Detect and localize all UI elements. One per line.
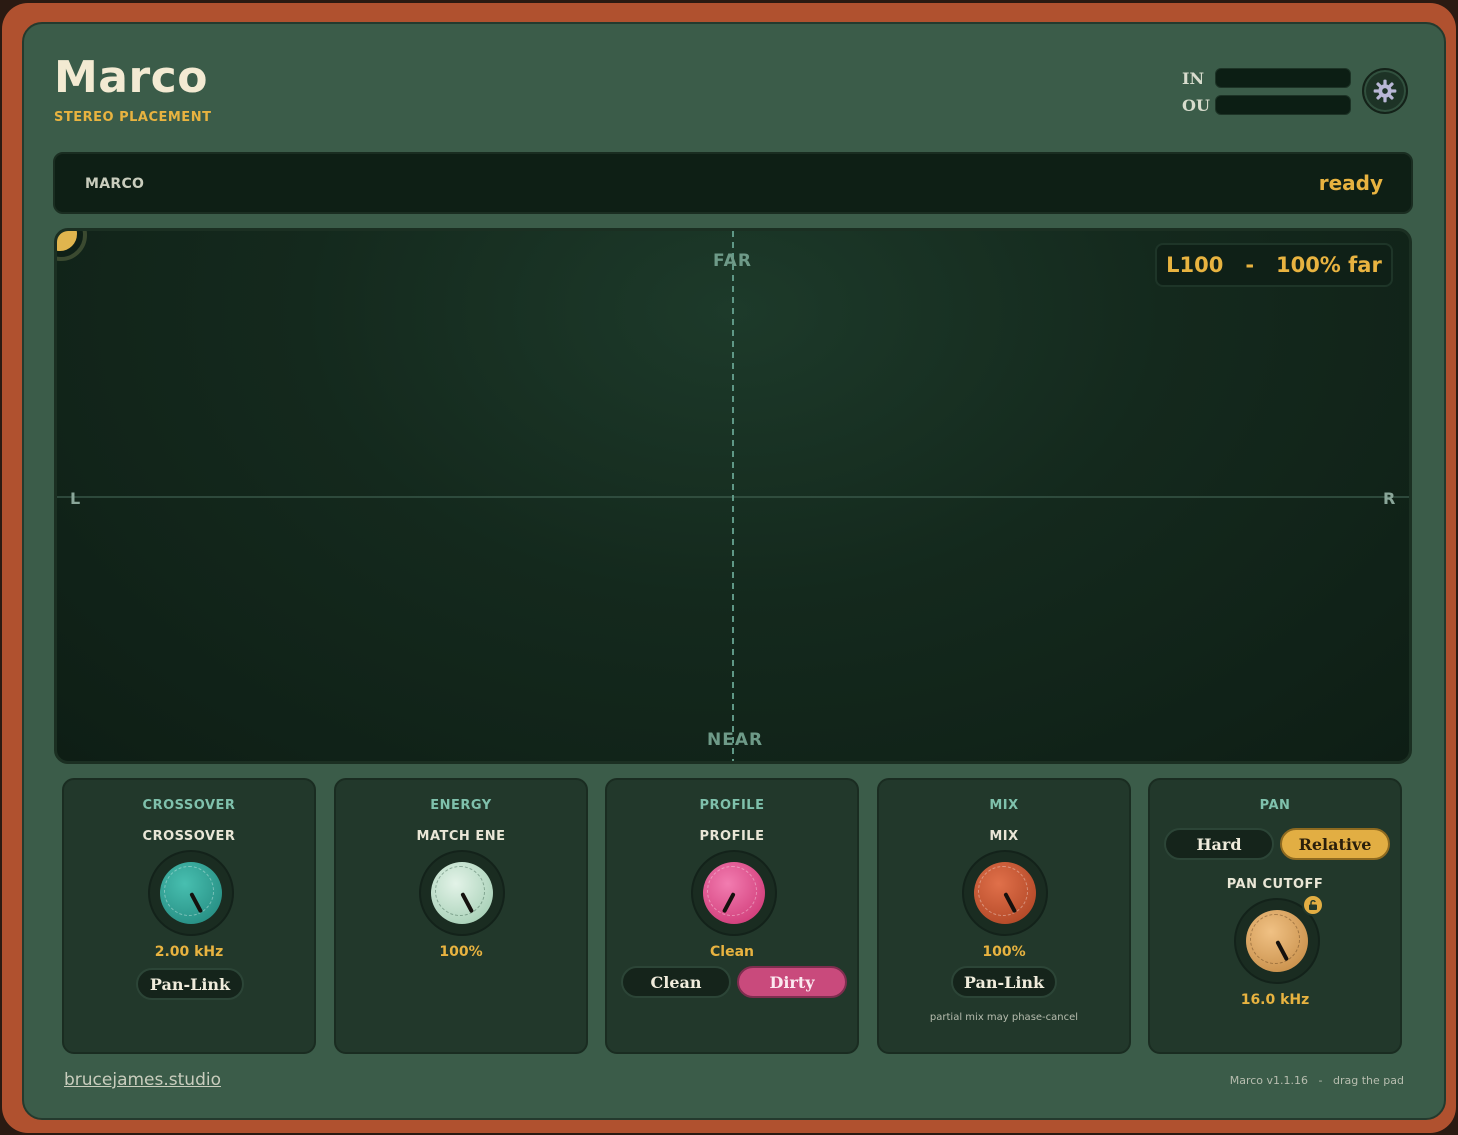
meter-in-bar [1215, 68, 1351, 88]
settings-button[interactable] [1362, 68, 1408, 114]
meter-out-label: OU [1182, 96, 1210, 115]
profile-knob[interactable] [691, 850, 777, 936]
meter-out-bar [1215, 95, 1351, 115]
mix-value: 100% [982, 944, 1026, 960]
placement-pad[interactable]: FAR NEAR L R L100 - 100% far [54, 228, 1412, 764]
meter-in-label: IN [1182, 69, 1205, 88]
panel-mix: MIX MIX 100% Pan-Link partial mix may ph… [877, 778, 1131, 1054]
unlock-icon [1309, 899, 1317, 910]
pan-cutoff-value: 16.0 kHz [1240, 992, 1310, 1008]
crossover-knob-label: CROSSOVER [142, 829, 236, 844]
pad-near-label: NEAR [707, 730, 764, 750]
mix-warning-text: partial mix may phase-cancel [929, 1012, 1079, 1023]
panel-pan: PAN Hard Relative PAN CUTOFF 16.0 kHz [1148, 778, 1402, 1054]
mix-knob-label: MIX [989, 829, 1019, 844]
app-title: Marco [54, 52, 208, 103]
panel-crossover-title: CROSSOVER [142, 798, 236, 813]
profile-value: Clean [710, 944, 754, 960]
panel-profile: PROFILE PROFILE Clean Clean Dirty [605, 778, 859, 1054]
mix-knob[interactable] [962, 850, 1048, 936]
pan-relative-button[interactable]: Relative [1280, 828, 1390, 860]
energy-knob-label: MATCH ENE [416, 829, 506, 844]
version-text: Marco v1.1.16 [1229, 1074, 1309, 1087]
pan-hard-button[interactable]: Hard [1164, 828, 1274, 860]
energy-knob[interactable] [419, 850, 505, 936]
panel-energy: ENERGY MATCH ENE 100% [334, 778, 588, 1054]
readout-pan: L100 [1166, 253, 1224, 277]
crossover-knob[interactable] [148, 850, 234, 936]
hint-text: drag the pad [1333, 1074, 1404, 1087]
status-plugin-name: MARCO [85, 176, 145, 192]
mix-pan-link-button[interactable]: Pan-Link [951, 966, 1057, 998]
panel-profile-title: PROFILE [699, 798, 765, 813]
panel-crossover: CROSSOVER CROSSOVER 2.00 kHz Pan-Link [62, 778, 316, 1054]
panel-pan-title: PAN [1259, 798, 1291, 813]
crossover-value: 2.00 kHz [154, 944, 224, 960]
panel-energy-title: ENERGY [430, 798, 492, 813]
gear-icon [1373, 79, 1397, 103]
footer-info: Marco v1.1.16 - drag the pad [1230, 1074, 1404, 1087]
pan-cutoff-knob-label: PAN CUTOFF [1226, 877, 1324, 892]
pad-guides [57, 231, 1409, 761]
pad-left-label: L [70, 489, 82, 508]
status-state: ready [1318, 171, 1383, 195]
app-subtitle: STEREO PLACEMENT [54, 110, 212, 125]
pad-right-label: R [1383, 489, 1397, 508]
panel-mix-title: MIX [989, 798, 1019, 813]
energy-value: 100% [439, 944, 483, 960]
studio-link[interactable]: brucejames.studio [64, 1070, 221, 1090]
profile-knob-label: PROFILE [699, 829, 765, 844]
profile-clean-button[interactable]: Clean [621, 966, 731, 998]
profile-dirty-button[interactable]: Dirty [737, 966, 847, 998]
pan-cutoff-lock-button[interactable] [1302, 894, 1324, 916]
status-bar: MARCO ready [53, 152, 1413, 214]
pad-far-label: FAR [713, 251, 752, 271]
readout-separator: - [1245, 253, 1255, 277]
crossover-pan-link-button[interactable]: Pan-Link [136, 968, 244, 1000]
readout-depth: 100% far [1275, 253, 1382, 277]
position-readout: L100 - 100% far [1155, 243, 1393, 287]
